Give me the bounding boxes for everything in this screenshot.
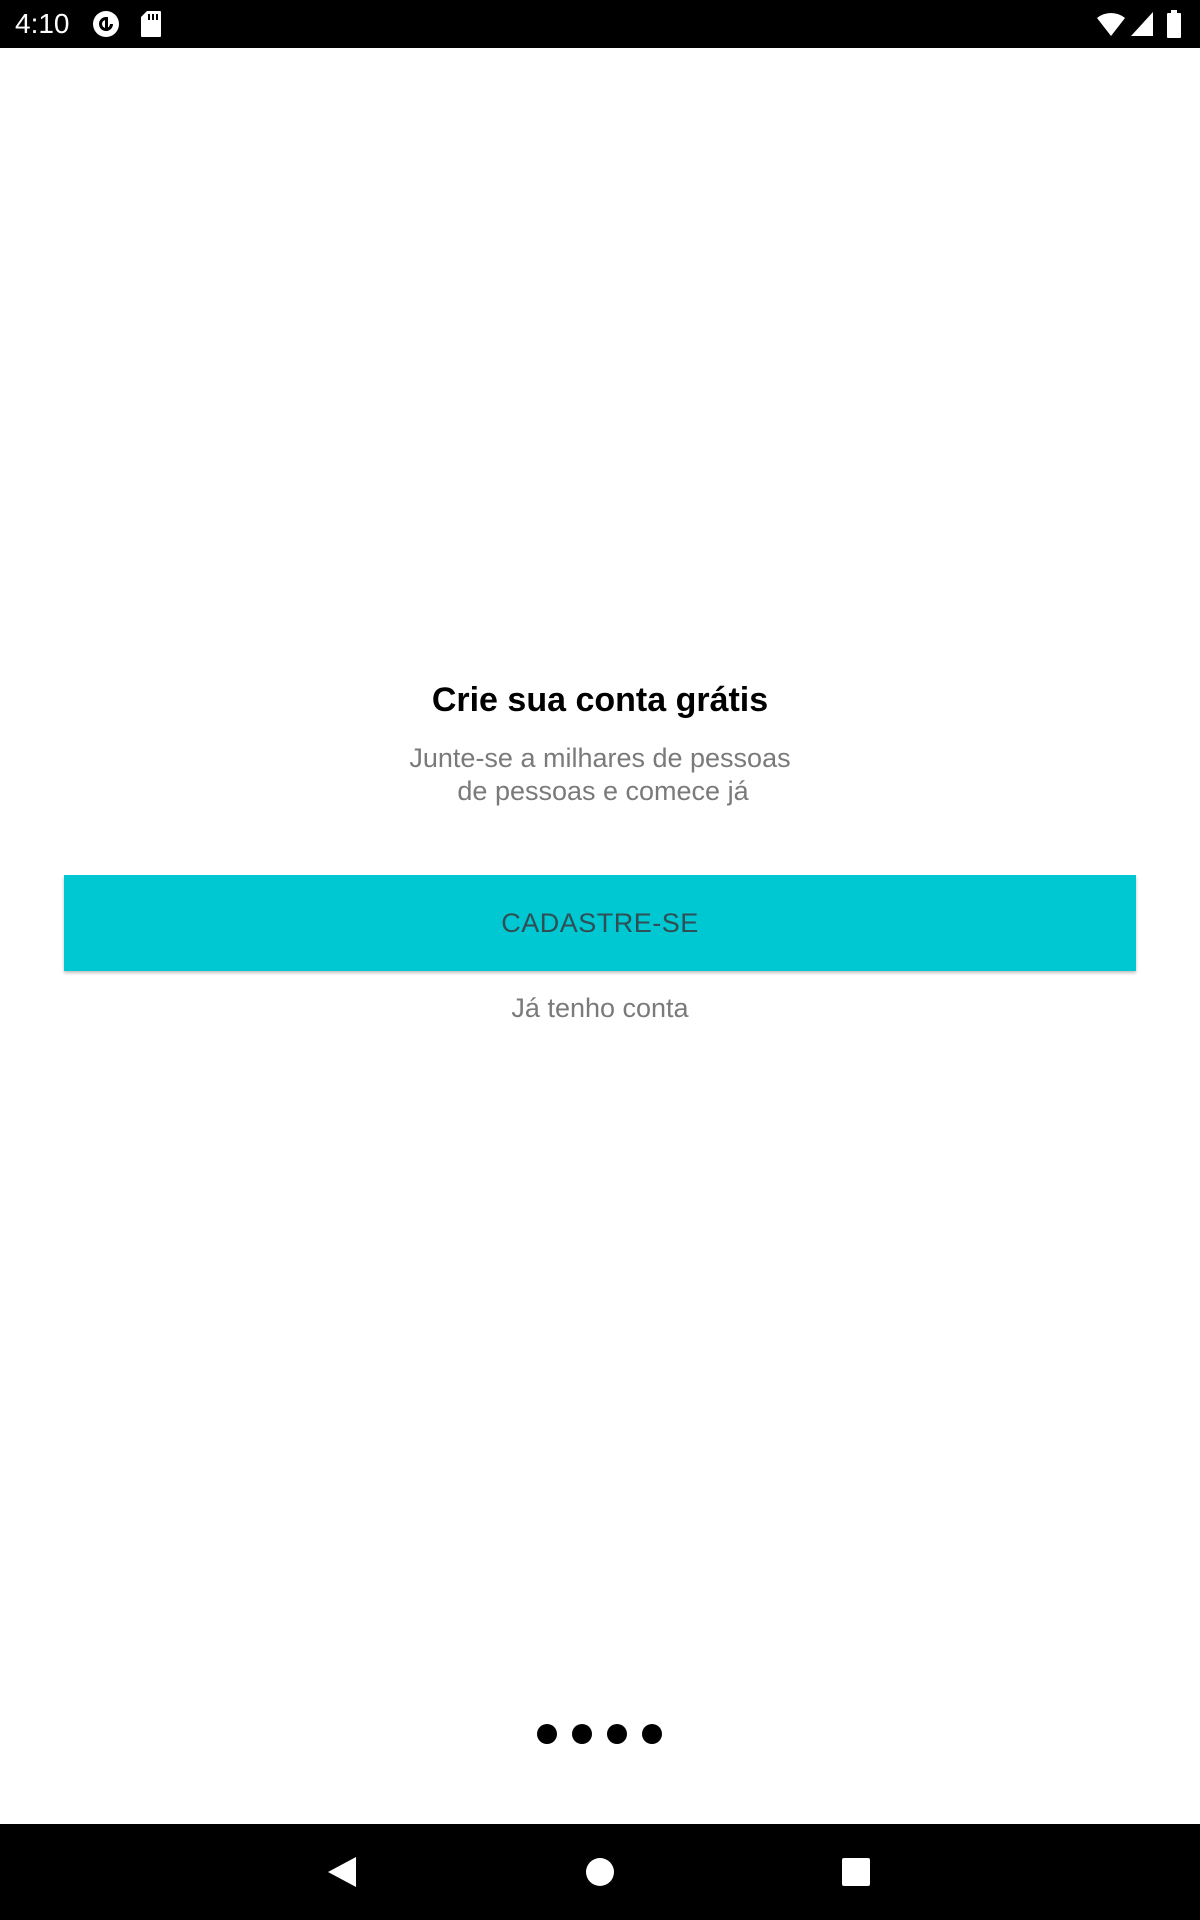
signal-icon: [1130, 10, 1154, 38]
subtitle: Junte-se a milhares de pessoas de pessoa…: [0, 742, 1200, 808]
battery-icon: [1166, 10, 1182, 38]
sd-card-icon: [140, 10, 162, 38]
page-dot-1[interactable]: [537, 1724, 557, 1744]
status-bar: 4:10: [0, 0, 1200, 48]
page-dot-4[interactable]: [642, 1724, 662, 1744]
wifi-icon: [1096, 10, 1126, 38]
onboarding-screen: Crie sua conta grátis Junte-se a milhare…: [0, 48, 1200, 1824]
navigation-bar: [0, 1824, 1200, 1920]
status-time: 4:10: [15, 8, 70, 39]
signup-button[interactable]: CADASTRE-SE: [64, 875, 1136, 971]
home-icon[interactable]: [572, 1844, 628, 1900]
subtitle-line-1: Junte-se a milhares de pessoas: [409, 743, 791, 773]
subtitle-line-2: de pessoas e comece já: [457, 776, 749, 806]
page-indicator: [0, 1724, 1200, 1748]
recents-icon[interactable]: [828, 1844, 884, 1900]
back-icon[interactable]: [314, 1844, 370, 1900]
page-dot-3[interactable]: [607, 1724, 627, 1744]
pocket-casts-icon: [92, 10, 120, 38]
page-title: Crie sua conta grátis: [431, 681, 769, 719]
login-link[interactable]: Já tenho conta: [0, 991, 1200, 1025]
page-dot-2[interactable]: [572, 1724, 592, 1744]
